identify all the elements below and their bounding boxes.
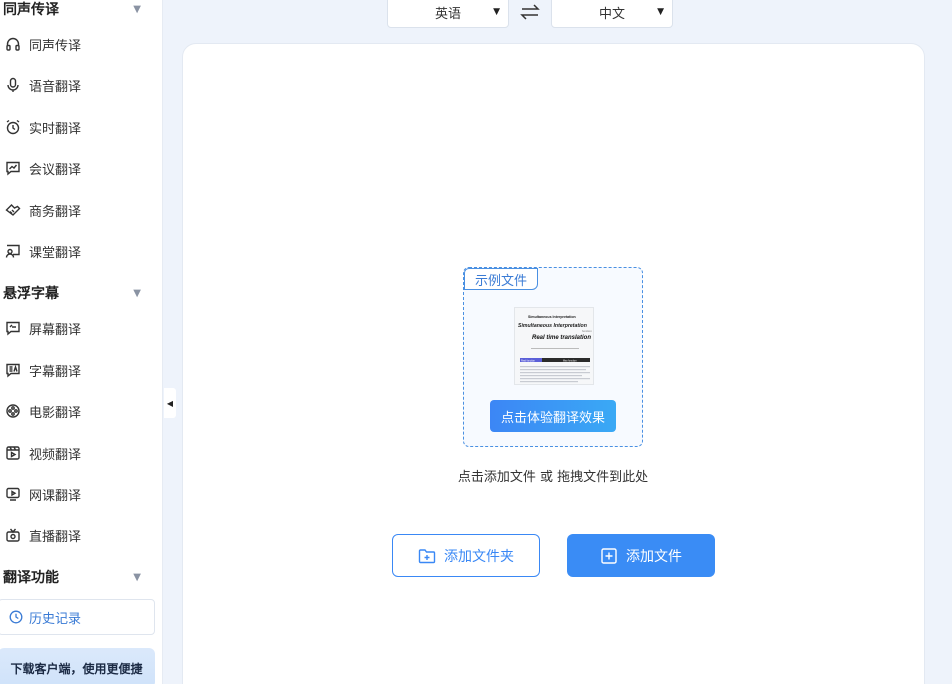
sidebar-collapse-handle[interactable]: ◀ xyxy=(164,388,176,418)
sample-file-tag: 示例文件 xyxy=(464,268,539,290)
swap-languages-icon[interactable] xyxy=(519,3,541,21)
sidebar-item-online-course[interactable]: 网课翻译 xyxy=(5,482,155,506)
sidebar-item-meeting[interactable]: 会议翻译 xyxy=(5,156,155,180)
upload-hint-text: 点击添加文件 或 拖拽文件到此处 xyxy=(457,470,649,485)
sample-file-thumbnail[interactable]: Simultaneous Interpretation Simultaneous… xyxy=(514,307,594,385)
sidebar-item-label: 语音翻译 xyxy=(29,79,82,95)
thumb-right-label: Max function xyxy=(563,359,577,362)
section-title: 悬浮字幕 xyxy=(3,286,59,302)
classroom-icon xyxy=(5,243,21,259)
history-label: 历史记录 xyxy=(29,611,82,627)
sidebar-item-label: 同声传译 xyxy=(29,38,82,54)
sidebar-item-business[interactable]: 商务翻译 xyxy=(5,198,155,222)
section-title: 翻译功能 xyxy=(3,570,59,586)
sidebar-item-label: 实时翻译 xyxy=(29,121,82,137)
sidebar-item-label: 网课翻译 xyxy=(29,488,82,504)
section-title: 同声传译 xyxy=(3,2,59,18)
sidebar-item-label: 视频翻译 xyxy=(29,447,82,463)
microphone-icon xyxy=(5,77,21,93)
thumb-line-1: Simultaneous Interpretation xyxy=(528,315,576,319)
sidebar-item-label: 课堂翻译 xyxy=(29,245,82,261)
handshake-icon xyxy=(5,202,21,218)
section-header-floating-subtitle[interactable]: 悬浮字幕 ▼ xyxy=(3,283,143,303)
sidebar-item-live[interactable]: 直播翻译 xyxy=(5,523,155,547)
chevron-down-icon: ▼ xyxy=(133,3,141,15)
sidebar-item-video[interactable]: 视频翻译 xyxy=(5,441,155,465)
chevron-down-icon: ▼ xyxy=(133,287,141,299)
file-plus-icon xyxy=(601,547,617,564)
svg-text:function: function xyxy=(582,329,592,333)
source-language-value: 英语 xyxy=(434,6,461,22)
document-preview-image: Simultaneous Interpretation Simultaneous… xyxy=(515,308,593,384)
try-translation-button[interactable]: 点击体验翻译效果 xyxy=(490,400,616,432)
chevron-down-icon: ▼ xyxy=(133,571,141,583)
subtitle-icon xyxy=(5,362,21,378)
headphones-icon xyxy=(5,36,21,52)
sidebar-item-label: 屏幕翻译 xyxy=(29,322,82,338)
thumb-line-2: Simultaneous Interpretation xyxy=(518,323,587,329)
thumb-line-3: Real time translation xyxy=(532,335,591,341)
camera-live-icon xyxy=(5,527,21,543)
alarm-clock-icon xyxy=(5,119,21,135)
sidebar-item-realtime[interactable]: 实时翻译 xyxy=(5,115,155,139)
sidebar-item-screen[interactable]: 屏幕翻译 xyxy=(5,316,155,340)
folder-plus-icon xyxy=(418,548,436,563)
video-icon xyxy=(5,445,21,461)
caret-down-icon: ▼ xyxy=(657,7,664,17)
add-file-button[interactable]: 添加文件 xyxy=(567,534,715,577)
sidebar-item-label: 商务翻译 xyxy=(29,204,82,220)
source-language-select[interactable]: 英语 ▼ xyxy=(387,0,509,28)
monitor-play-icon xyxy=(5,486,21,502)
section-header-translation-functions[interactable]: 翻译功能 ▼ xyxy=(3,567,143,587)
section-header-simultaneous[interactable]: 同声传译 ▼ xyxy=(3,0,143,19)
target-language-select[interactable]: 中文 ▼ xyxy=(551,0,673,28)
chat-chart-icon xyxy=(5,160,21,176)
sidebar-item-subtitle[interactable]: 字幕翻译 xyxy=(5,358,155,382)
clock-icon xyxy=(9,610,23,624)
sidebar-item-simultaneous[interactable]: 同声传译 xyxy=(5,32,155,56)
caret-down-icon: ▼ xyxy=(493,7,500,17)
add-folder-label: 添加文件夹 xyxy=(444,548,514,565)
target-language-value: 中文 xyxy=(598,6,625,22)
download-banner-text: 下载客户端，使用更便捷 xyxy=(10,661,143,676)
sidebar-item-label: 电影翻译 xyxy=(29,405,82,421)
chevron-left-icon: ◀ xyxy=(166,398,174,408)
sidebar-item-label: 直播翻译 xyxy=(29,529,82,545)
sidebar-item-movie[interactable]: 电影翻译 xyxy=(5,399,155,423)
sidebar-item-label: 会议翻译 xyxy=(29,162,82,178)
sidebar-item-label: 字幕翻译 xyxy=(29,364,82,380)
screen-chat-icon xyxy=(5,320,21,336)
film-reel-icon xyxy=(5,403,21,419)
sidebar-item-voice[interactable]: 语音翻译 xyxy=(5,73,155,97)
add-folder-button[interactable]: 添加文件夹 xyxy=(392,534,540,577)
download-client-banner[interactable]: 下载客户端，使用更便捷 xyxy=(0,648,155,684)
add-file-label: 添加文件 xyxy=(626,548,682,565)
sample-file-card[interactable]: 示例文件 Simultaneous Interpretation Simulta… xyxy=(463,267,643,447)
sidebar: 同声传译 ▼ 同声传译 语音翻译 实时翻译 会议翻译 商务翻译 课堂翻译 悬浮字… xyxy=(0,0,163,684)
history-button[interactable]: 历史记录 xyxy=(0,599,155,635)
thumb-left-label: Real function xyxy=(521,359,536,362)
sidebar-item-classroom[interactable]: 课堂翻译 xyxy=(5,239,155,263)
